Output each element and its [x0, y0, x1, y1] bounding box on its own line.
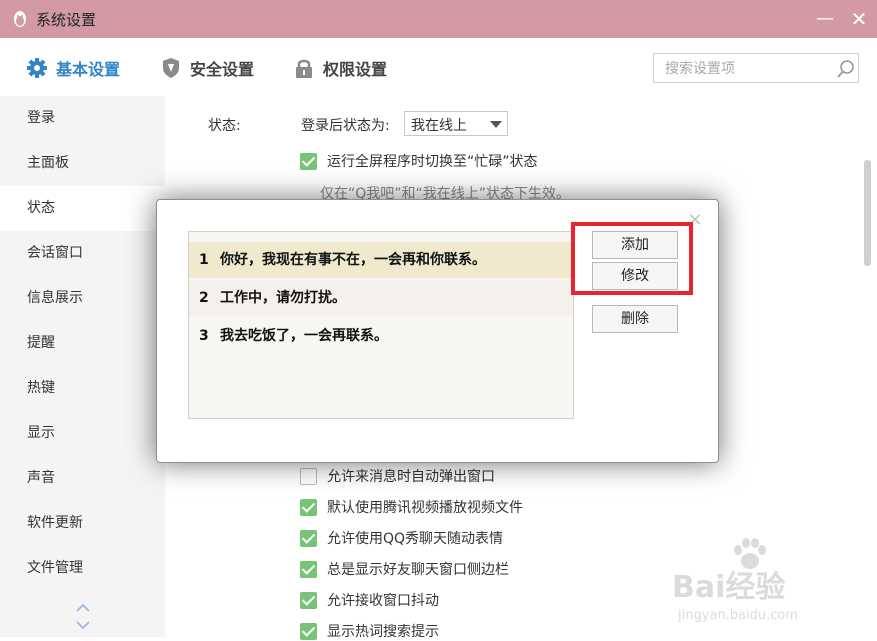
title-bar: 系统设置 — ✕ — [0, 0, 877, 38]
option-label: 显示热词搜索提示 — [327, 624, 439, 640]
sidebar-item-software-update[interactable]: 软件更新 — [0, 501, 165, 546]
list-item[interactable]: 1 你好，我现在有事不在，一会再和你联系。 — [189, 242, 573, 278]
sidebar-item-hotkeys[interactable]: 热键 — [0, 366, 165, 411]
dropdown-caret-icon — [490, 121, 502, 128]
option-label: 默认使用腾讯视频播放视频文件 — [327, 500, 523, 516]
checkbox-checked[interactable] — [300, 591, 317, 609]
sidebar-item-file-management[interactable]: 文件管理 — [0, 546, 165, 591]
delete-button[interactable]: 删除 — [592, 305, 678, 333]
sidebar-item-main-panel[interactable]: 主面板 — [0, 141, 165, 186]
list-item-number: 3 — [199, 328, 209, 344]
shield-icon — [163, 58, 179, 78]
tab-permission-settings[interactable]: 权限设置 — [293, 56, 387, 80]
option-label: 总是显示好友聊天窗口侧边栏 — [327, 562, 509, 578]
sidebar-item-login[interactable]: 登录 — [0, 96, 165, 141]
settings-sidebar: 登录 主面板 状态 会话窗口 信息展示 提醒 热键 显示 声音 软件更新 文件管… — [0, 96, 165, 637]
sidebar-item-reminder[interactable]: 提醒 — [0, 321, 165, 366]
checkbox-checked[interactable] — [300, 529, 317, 547]
content-scrollbar[interactable] — [864, 160, 871, 266]
option-sidebar[interactable]: 总是显示好友聊天窗口侧边栏 — [300, 559, 509, 579]
list-item[interactable]: 2 工作中，请勿打扰。 — [189, 280, 573, 316]
settings-tab-bar: 基本设置 安全设置 权限设置 — [0, 38, 877, 97]
list-item-text: 我去吃饭了，一会再联系。 — [220, 328, 388, 344]
gear-icon — [27, 58, 47, 78]
status-section-label: 状态: — [208, 118, 241, 134]
auto-reply-list[interactable]: 1 你好，我现在有事不在，一会再和你联系。 2 工作中，请勿打扰。 3 我去吃饭… — [188, 231, 574, 419]
tab-label: 安全设置 — [190, 60, 255, 79]
tab-basic-settings[interactable]: 基本设置 — [26, 56, 120, 80]
option-label: 允许使用QQ秀聊天随动表情 — [327, 531, 504, 547]
sidebar-item-status[interactable]: 状态 — [0, 186, 165, 231]
sidebar-item-display[interactable]: 显示 — [0, 411, 165, 456]
sidebar-item-info-display[interactable]: 信息展示 — [0, 276, 165, 321]
checkbox-checked[interactable] — [300, 560, 317, 578]
list-item-number: 1 — [199, 252, 209, 268]
option-auto-popup[interactable]: 允许来消息时自动弹出窗口 — [300, 466, 495, 486]
sidebar-item-chat-window[interactable]: 会话窗口 — [0, 231, 165, 276]
search-box[interactable] — [653, 53, 859, 83]
list-item-text: 你好，我现在有事不在，一会再和你联系。 — [220, 252, 486, 268]
search-input[interactable] — [663, 60, 827, 78]
tab-security-settings[interactable]: 安全设置 — [160, 56, 254, 80]
checkbox-checked[interactable] — [300, 498, 317, 516]
option-qq-show[interactable]: 允许使用QQ秀聊天随动表情 — [300, 528, 503, 548]
status-dropdown-value: 我在线上 — [411, 118, 467, 134]
tab-label: 权限设置 — [323, 60, 388, 79]
highlight-annotation-box — [571, 222, 693, 295]
after-login-status-label: 登录后状态为: — [301, 118, 390, 134]
chevron-up-icon[interactable] — [76, 603, 90, 613]
chevron-down-icon[interactable] — [76, 620, 90, 630]
watermark-text: Bai经验 — [672, 570, 786, 605]
list-item[interactable]: 3 我去吃饭了，一会再联系。 — [189, 318, 573, 354]
window-title: 系统设置 — [36, 11, 97, 29]
checkbox-checked[interactable] — [300, 152, 317, 170]
option-window-shake[interactable]: 允许接收窗口抖动 — [300, 590, 439, 610]
fullscreen-busy-option[interactable]: 运行全屏程序时切换至“忙碌”状态 — [300, 151, 538, 171]
option-hotword-search[interactable]: 显示热词搜索提示 — [300, 621, 439, 641]
status-dropdown[interactable]: 我在线上 — [404, 111, 508, 136]
tab-label: 基本设置 — [56, 60, 121, 79]
search-icon[interactable] — [836, 59, 856, 79]
option-tencent-video[interactable]: 默认使用腾讯视频播放视频文件 — [300, 497, 523, 517]
baidu-jingyan-watermark: Bai经验 jingyan.baidu.com — [672, 538, 872, 638]
sidebar-item-sound[interactable]: 声音 — [0, 456, 165, 501]
option-label: 允许来消息时自动弹出窗口 — [327, 469, 495, 485]
option-label: 允许接收窗口抖动 — [327, 593, 439, 609]
close-button[interactable]: ✕ — [848, 8, 870, 30]
qq-penguin-icon — [14, 11, 26, 27]
lock-icon — [296, 59, 312, 78]
checkbox-unchecked[interactable] — [300, 467, 317, 485]
watermark-url: jingyan.baidu.com — [678, 608, 798, 623]
option-label: 运行全屏程序时切换至“忙碌”状态 — [327, 154, 538, 170]
list-item-number: 2 — [199, 290, 209, 306]
list-item-text: 工作中，请勿打扰。 — [220, 290, 346, 306]
minimize-button[interactable]: — — [814, 8, 836, 30]
